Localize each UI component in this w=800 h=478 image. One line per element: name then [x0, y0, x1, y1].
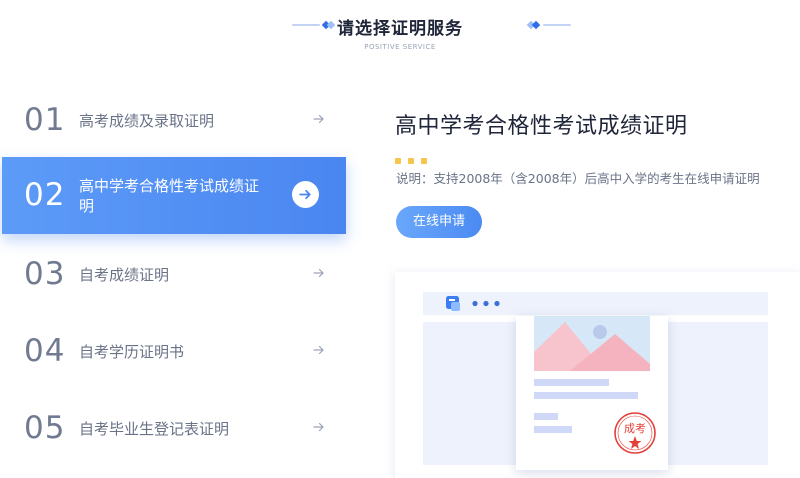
- menu-item-label: 高中学考合格性考试成绩证明: [79, 176, 260, 215]
- menu-item-label: 自考学历证明书: [79, 342, 185, 361]
- page-title: 请选择证明服务: [337, 19, 463, 39]
- certificate-illustration-art: 成考: [423, 292, 768, 470]
- menu-item-number: 04: [24, 333, 66, 369]
- arrow-right-icon: [313, 268, 324, 278]
- menu-item-number: 05: [24, 410, 66, 446]
- menu-item-05[interactable]: 05 自考毕业生登记表证明: [2, 390, 346, 467]
- menu-item-label: 自考毕业生登记表证明: [79, 419, 230, 438]
- decorative-dots: [395, 149, 434, 164]
- menu-item-number: 01: [24, 102, 66, 138]
- menu-item-02[interactable]: 02 高中学考合格性考试成绩证明: [2, 157, 346, 234]
- seal-text: 成考: [624, 422, 646, 435]
- detail-description: 说明：支持2008年（含2008年）后高中入学的考生在线申请证明: [396, 171, 760, 186]
- menu-item-01[interactable]: 01 高考成绩及录取证明: [2, 82, 346, 159]
- menu-item-number: 03: [24, 256, 66, 292]
- certificate-illustration: 成考: [395, 272, 800, 478]
- arrow-right-icon: [313, 422, 324, 432]
- arrow-right-circle-icon: [292, 181, 319, 208]
- app-logo-icon: [446, 296, 460, 311]
- menu-item-03[interactable]: 03 自考成绩证明: [2, 236, 346, 313]
- apply-online-button[interactable]: 在线申请: [396, 206, 482, 238]
- header-decoration-right: [526, 20, 571, 30]
- arrow-right-icon: [313, 114, 324, 124]
- arrow-right-icon: [313, 345, 324, 355]
- section-header: 请选择证明服务 POSITIVE SERVICE: [0, 0, 800, 60]
- detail-title: 高中学考合格性考试成绩证明: [395, 114, 688, 139]
- menu-item-label: 高考成绩及录取证明: [79, 111, 215, 130]
- menu-item-number: 02: [24, 177, 66, 213]
- menu-item-label: 自考成绩证明: [79, 265, 170, 284]
- menu-item-04[interactable]: 04 自考学历证明书: [2, 313, 346, 390]
- page-subtitle: POSITIVE SERVICE: [364, 43, 436, 51]
